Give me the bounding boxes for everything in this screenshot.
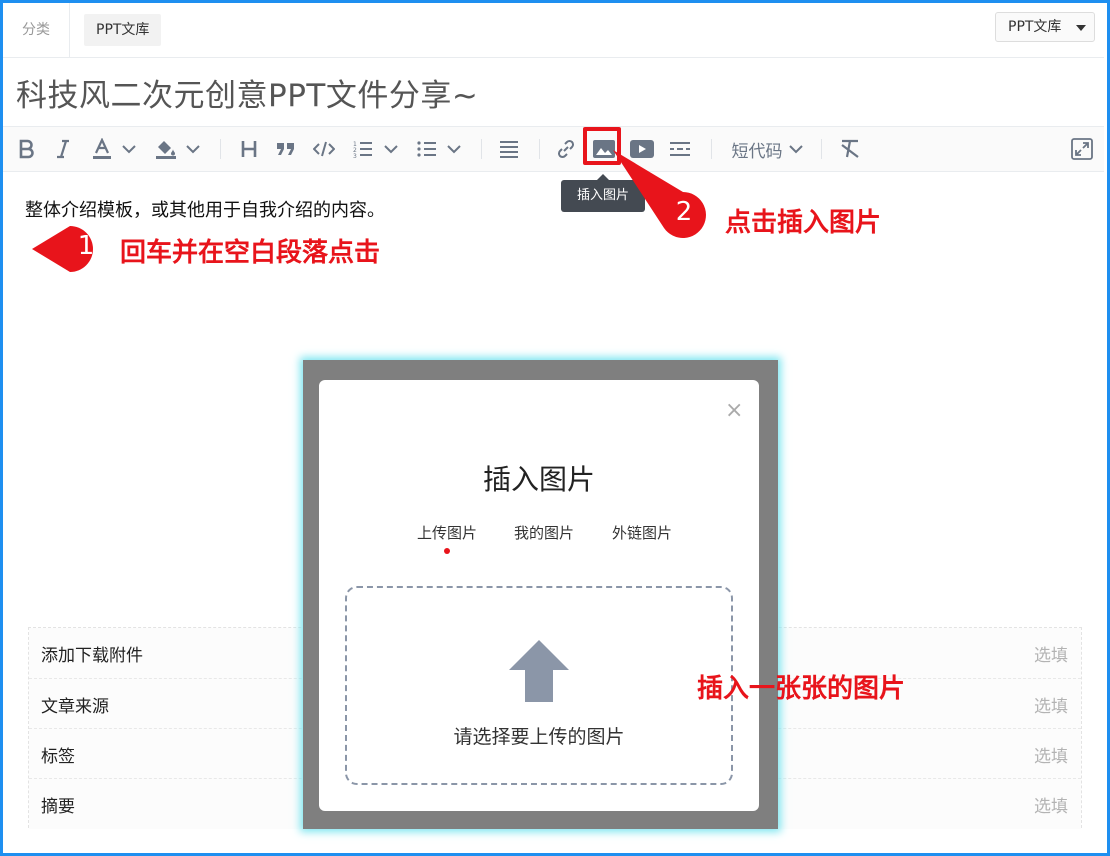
row-label: 文章来源: [41, 697, 109, 717]
annotation-text-1: 回车并在空白段落点击: [120, 238, 381, 268]
annotation-text-3: 插入一张张的图片: [697, 674, 906, 704]
row-label: 摘要: [41, 797, 75, 817]
tab-upload-image[interactable]: 上传图片: [417, 522, 477, 543]
annotation-number-1: 1: [77, 231, 95, 261]
upload-prompt: 请选择要上传的图片: [453, 726, 625, 748]
active-tab-indicator: [444, 548, 450, 554]
annotation-number-2: 2: [675, 197, 693, 227]
row-hint: 选填: [1034, 646, 1068, 666]
upload-arrow-icon: [509, 640, 569, 702]
tab-external-image[interactable]: 外链图片: [612, 522, 672, 543]
tab-my-images[interactable]: 我的图片: [514, 522, 574, 543]
row-label: 标签: [41, 747, 75, 767]
annotation-number-3: 3: [652, 667, 670, 697]
insert-image-modal: × 插入图片 上传图片 我的图片 外链图片 请选择要上传的图片: [319, 380, 759, 811]
row-hint: 选填: [1034, 697, 1068, 717]
close-icon[interactable]: ×: [725, 398, 743, 423]
annotation-text-2: 点击插入图片: [725, 208, 882, 238]
row-hint: 选填: [1034, 797, 1068, 817]
row-hint: 选填: [1034, 747, 1068, 767]
row-label: 添加下载附件: [41, 646, 143, 666]
modal-title: 插入图片: [482, 463, 595, 496]
